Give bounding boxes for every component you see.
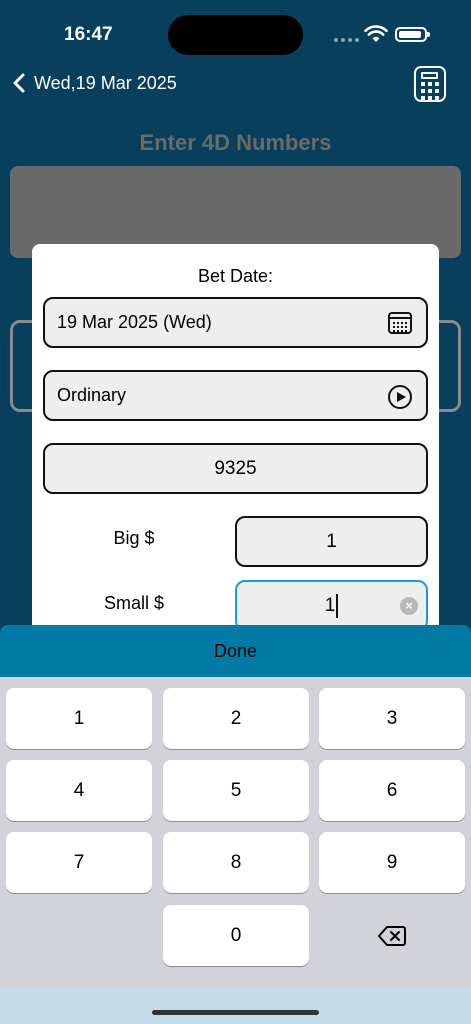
battery-icon bbox=[395, 27, 430, 42]
done-button[interactable]: Done bbox=[0, 625, 471, 677]
key-5[interactable]: 5 bbox=[163, 760, 309, 821]
dynamic-island bbox=[168, 15, 303, 55]
bet-modal: Bet Date: 19 Mar 2025 (Wed) Ordinary 932… bbox=[32, 244, 439, 674]
navigation-bar: Wed,19 Mar 2025 bbox=[0, 62, 471, 108]
key-7[interactable]: 7 bbox=[6, 832, 152, 893]
back-chevron-icon bbox=[13, 73, 25, 93]
key-0[interactable]: 0 bbox=[163, 905, 309, 966]
key-1[interactable]: 1 bbox=[6, 688, 152, 749]
key-3[interactable]: 3 bbox=[319, 688, 465, 749]
nav-title: Wed,19 Mar 2025 bbox=[34, 72, 177, 93]
home-indicator-area bbox=[0, 987, 471, 1024]
status-time: 16:47 bbox=[64, 24, 113, 45]
calendar-icon[interactable] bbox=[388, 312, 412, 334]
home-indicator[interactable] bbox=[152, 1010, 319, 1015]
signal-icon bbox=[334, 38, 359, 42]
bet-type-value: Ordinary bbox=[57, 385, 127, 405]
bet-type-selector[interactable]: Ordinary bbox=[43, 370, 428, 421]
numeric-keypad: 1 2 3 4 5 6 7 8 9 0 bbox=[0, 677, 471, 987]
big-amount-input[interactable]: 1 bbox=[235, 516, 428, 567]
bet-date-label: Bet Date: bbox=[197, 266, 274, 286]
wifi-icon bbox=[364, 25, 388, 42]
status-bar: 16:47 bbox=[0, 0, 471, 62]
key-8[interactable]: 8 bbox=[163, 832, 309, 893]
keyboard-accessory-bar: Done bbox=[0, 625, 471, 677]
clear-icon[interactable]: × bbox=[400, 597, 418, 615]
bet-date-value: 19 Mar 2025 (Wed) bbox=[57, 312, 212, 332]
key-2[interactable]: 2 bbox=[163, 688, 309, 749]
calculator-icon[interactable] bbox=[414, 66, 446, 102]
bet-date-field[interactable]: 19 Mar 2025 (Wed) bbox=[43, 297, 428, 348]
bet-number-value: 9325 bbox=[214, 457, 257, 479]
key-4[interactable]: 4 bbox=[6, 760, 152, 821]
small-amount-label: Small $ bbox=[103, 593, 165, 613]
play-circle-icon[interactable] bbox=[388, 385, 412, 409]
small-amount-value: 1 bbox=[324, 594, 336, 616]
page-heading: Enter 4D Numbers bbox=[139, 130, 332, 155]
key-9[interactable]: 9 bbox=[319, 832, 465, 893]
back-button[interactable]: Wed,19 Mar 2025 bbox=[12, 72, 177, 94]
small-amount-input[interactable]: 1 × bbox=[235, 580, 428, 631]
big-amount-label: Big $ bbox=[113, 528, 155, 548]
backspace-key[interactable] bbox=[319, 905, 465, 966]
key-6[interactable]: 6 bbox=[319, 760, 465, 821]
text-caret bbox=[336, 593, 339, 618]
backspace-icon bbox=[378, 925, 406, 946]
big-amount-value: 1 bbox=[326, 530, 337, 552]
bet-number-field[interactable]: 9325 bbox=[43, 443, 428, 494]
